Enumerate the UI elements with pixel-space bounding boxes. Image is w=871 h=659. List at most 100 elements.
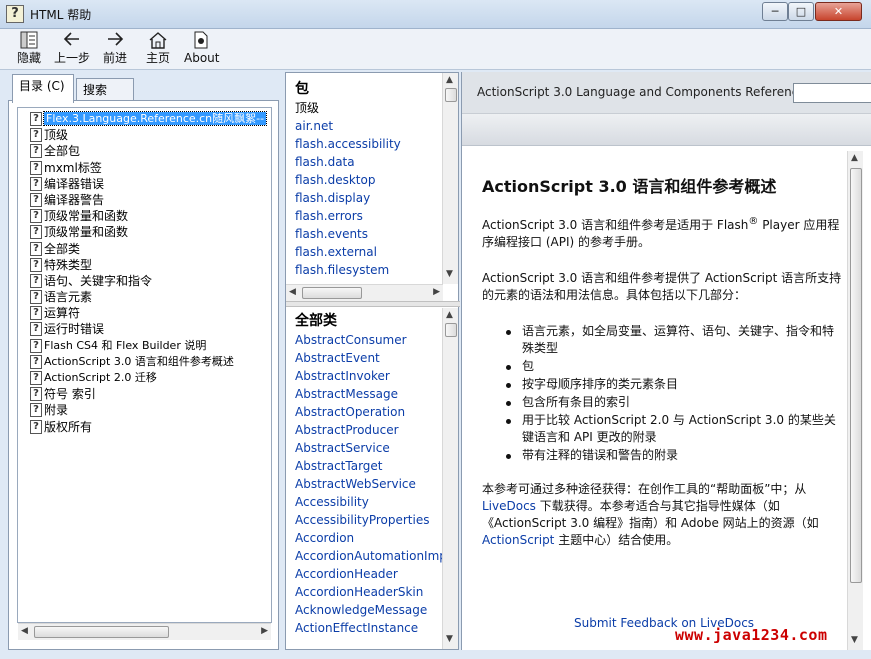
scrollbar-thumb[interactable] [850,168,862,583]
window-title: HTML 帮助 [30,8,92,22]
class-item[interactable]: ActionEffectInstance [286,619,443,633]
nav-tabs: 目录 (C) 搜索 (S) [8,74,279,119]
package-item[interactable]: air.net [286,117,443,135]
article-title: ActionScript 3.0 语言和组件参考概述 [482,177,777,196]
scroll-left-icon[interactable]: ◀ [21,626,28,636]
scroll-left-icon[interactable]: ◀ [289,287,296,297]
content-header: ActionScript 3.0 Language and Components… [462,72,871,114]
class-item[interactable]: AbstractConsumer [286,331,443,349]
package-vertical-scrollbar[interactable]: ▲ ▼ [442,73,458,284]
class-item[interactable]: AbstractEvent [286,349,443,367]
pane-splitter[interactable] [286,301,460,307]
scroll-down-icon[interactable]: ▼ [851,635,858,645]
tree-item[interactable]: ? ActionScript 3.0 语言和组件参考概述 [18,354,271,370]
tab-contents[interactable]: 目录 (C) [12,74,74,103]
about-icon [184,31,218,51]
package-horizontal-scrollbar[interactable]: ◀ ▶ [286,284,443,301]
forward-arrow-icon [100,31,130,51]
class-item[interactable]: AbstractOperation [286,403,443,421]
package-heading: 包 [295,81,309,97]
package-item[interactable]: flash.data [286,153,443,171]
maximize-button[interactable]: □ [788,2,814,21]
scrollbar-thumb[interactable] [445,88,457,102]
hide-button[interactable]: 隐藏 [14,31,44,68]
tree-item[interactable]: ? mxml标签 [18,160,271,176]
back-button[interactable]: 上一步 [52,31,92,68]
help-topic-icon: ? [30,144,42,159]
package-item[interactable]: flash.events [286,225,443,243]
tree-item[interactable]: ? 语句、关键字和指令 [18,273,271,289]
scrollbar-thumb[interactable] [445,323,457,337]
tree-item[interactable]: ? 符号 索引 [18,386,271,402]
minimize-button[interactable]: ─ [762,2,788,21]
tree-item[interactable]: ? Flash CS4 和 Flex Builder 说明 [18,338,271,354]
forward-button[interactable]: 前进 [100,31,130,68]
tree-item[interactable]: ? 语言元素 [18,289,271,305]
scroll-right-icon[interactable]: ▶ [433,287,440,297]
tree-horizontal-scrollbar[interactable]: ◀ ▶ [18,623,271,640]
content-vertical-scrollbar[interactable]: ▲ ▼ [847,151,863,650]
package-item[interactable]: flash.filesystem [286,261,443,279]
tree-item[interactable]: ? 附录 [18,402,271,418]
tree-item[interactable]: ? 编译器警告 [18,192,271,208]
scroll-up-icon[interactable]: ▲ [851,153,858,163]
home-button[interactable]: 主页 [143,31,173,68]
tree-item[interactable]: ? 运行时错误 [18,321,271,337]
tree-item[interactable]: ? 全部类 [18,241,271,257]
package-item[interactable]: flash.errors [286,207,443,225]
class-item[interactable]: Accordion [286,529,443,547]
class-item[interactable]: AbstractMessage [286,385,443,403]
tree-item[interactable]: ? ActionScript 2.0 迁移 [18,370,271,386]
scrollbar-thumb[interactable] [302,287,362,299]
scroll-down-icon[interactable]: ▼ [446,269,453,279]
scroll-up-icon[interactable]: ▲ [446,75,453,85]
package-item[interactable]: flash.desktop [286,171,443,189]
actionscript-link[interactable]: ActionScript [482,533,554,547]
scroll-right-icon[interactable]: ▶ [261,626,268,636]
class-item[interactable]: Accessibility [286,493,443,511]
tree-item[interactable]: ? 运算符 [18,305,271,321]
tree-item[interactable]: ? 顶级 [18,127,271,143]
package-item-top[interactable]: 顶级 [286,99,443,117]
class-item[interactable]: AccordionAutomationImpl [286,547,443,565]
tab-search[interactable]: 搜索 (S) [76,78,134,119]
tree-item[interactable]: ? 顶级常量和函数 [18,224,271,240]
tree-item[interactable]: ? 版权所有 [18,419,271,435]
tree-item[interactable]: ? 全部包 [18,143,271,159]
help-topic-icon: ? [30,176,42,191]
tree-item-label: ActionScript 3.0 语言和组件参考概述 [44,354,234,368]
class-item[interactable]: AbstractProducer [286,421,443,439]
scroll-up-icon[interactable]: ▲ [446,310,453,320]
help-topic-icon: ? [30,354,42,369]
class-item[interactable]: AbstractTarget [286,457,443,475]
package-item[interactable]: flash.external [286,243,443,261]
tree-item[interactable]: ? Flex.3.Language.Reference.cn随风飘絮-- [18,111,271,127]
close-button[interactable]: ✕ [815,2,862,21]
package-item[interactable]: flash.accessibility [286,135,443,153]
class-vertical-scrollbar[interactable]: ▲ ▼ [442,308,458,649]
class-item[interactable]: AccessibilityProperties [286,511,443,529]
class-item[interactable]: AbstractService [286,439,443,457]
class-item[interactable]: AbstractInvoker [286,367,443,385]
availability-paragraph: 本参考可通过多种途径获得：在创作工具的“帮助面板”中；从 LiveDocs 下载… [482,482,819,547]
help-topic-icon: ? [30,225,42,240]
tree-item[interactable]: ? 编译器错误 [18,176,271,192]
class-item[interactable]: AccordionHeader [286,565,443,583]
package-item[interactable]: flash.display [286,189,443,207]
livedocs-link[interactable]: LiveDocs [482,499,536,513]
tree-item-label: 全部类 [44,241,81,256]
scrollbar-thumb[interactable] [34,626,169,638]
list-item: 按字母顺序排序的类元素条目 [504,376,842,393]
list-item: 包 [504,358,842,375]
help-topic-icon: ? [30,160,42,175]
tree-item[interactable]: ? 顶级常量和函数 [18,208,271,224]
about-button[interactable]: About [184,31,219,68]
class-item[interactable]: AcknowledgeMessage [286,601,443,619]
class-item[interactable]: AbstractWebService [286,475,443,493]
scroll-down-icon[interactable]: ▼ [446,634,453,644]
title-bar: ? HTML 帮助 ─ □ ✕ [0,0,871,29]
tree-item[interactable]: ? 特殊类型 [18,257,271,273]
search-input[interactable] [793,83,871,103]
help-topic-icon: ? [30,371,42,385]
class-item[interactable]: AccordionHeaderSkin [286,583,443,601]
